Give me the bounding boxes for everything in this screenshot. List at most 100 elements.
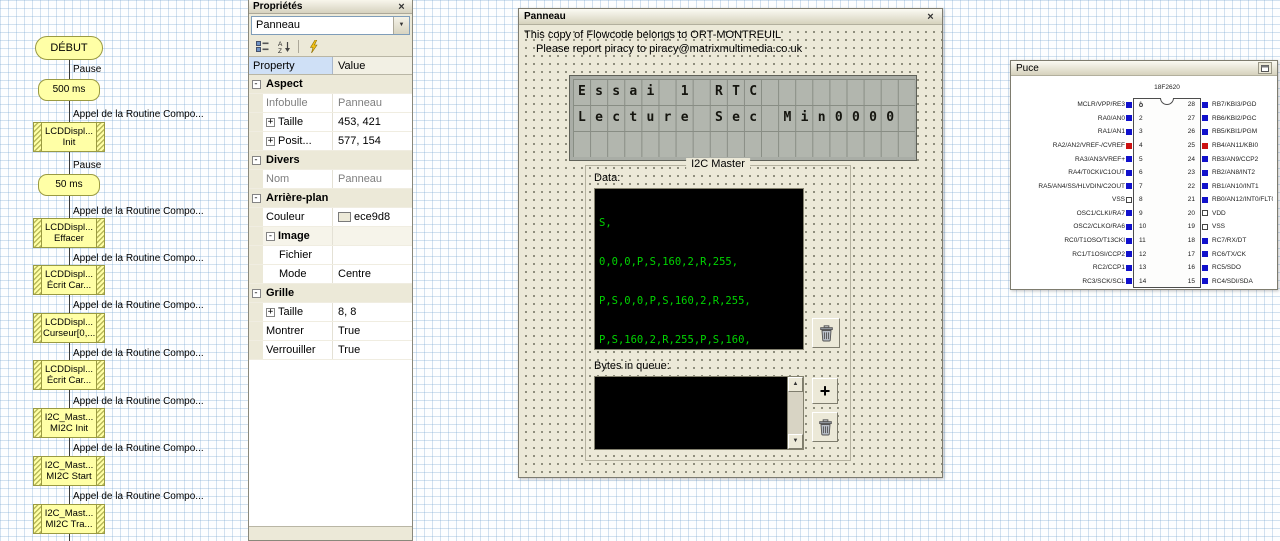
flow-item-caption: Appel de la Routine Compo... bbox=[73, 443, 204, 454]
property-label: Nom bbox=[263, 170, 333, 188]
lcd-display-component[interactable]: Essai 1 RTC Lecture Sec Min0000 bbox=[569, 75, 917, 161]
collapse-icon[interactable]: - bbox=[251, 193, 261, 203]
flow-item-caption: Pause bbox=[73, 64, 102, 75]
property-pages-button[interactable] bbox=[303, 38, 323, 55]
prop-row[interactable]: + Taille 8, 8 bbox=[249, 303, 412, 322]
properties-footer bbox=[249, 526, 412, 540]
prop-row[interactable]: Mode Centre bbox=[249, 265, 412, 284]
flow-call-shape[interactable]: I2C_Mast... MI2C Init bbox=[33, 408, 105, 438]
expand-icon[interactable]: + bbox=[266, 136, 275, 146]
add-byte-button[interactable]: + bbox=[812, 378, 838, 404]
puce-window-button[interactable] bbox=[1258, 62, 1272, 74]
call-line2: Écrit Car... bbox=[46, 375, 92, 386]
clear-data-button[interactable] bbox=[812, 318, 840, 348]
flow-pause-shape[interactable]: 500 ms bbox=[38, 79, 100, 101]
properties-panel: Propriétés × Panneau ▼ A Z Property Valu… bbox=[248, 0, 413, 541]
property-value[interactable]: 577, 154 bbox=[333, 132, 412, 150]
prop-row[interactable]: + Posit... 577, 154 bbox=[249, 132, 412, 151]
flow-pause-shape[interactable]: 50 ms bbox=[38, 174, 100, 196]
flow-call-shape[interactable]: LCDDispl... Écrit Car... bbox=[33, 360, 105, 390]
column-header-value: Value bbox=[333, 57, 412, 74]
panneau-titlebar[interactable]: Panneau × bbox=[519, 9, 942, 25]
scroll-down-icon[interactable]: ▼ bbox=[788, 434, 803, 449]
property-label: Taille bbox=[278, 306, 304, 318]
chevron-down-icon[interactable]: ▼ bbox=[393, 17, 409, 34]
flow-call-shape[interactable]: LCDDispl... Effacer bbox=[33, 218, 105, 248]
property-value: ece9d8 bbox=[354, 211, 391, 223]
prop-row[interactable]: Montrer True bbox=[249, 322, 412, 341]
i2c-master-title: I2C Master bbox=[686, 158, 750, 170]
pin-marker bbox=[1126, 210, 1132, 217]
prop-group-row[interactable]: - Aspect bbox=[249, 75, 412, 94]
flow-item-caption: Appel de la Routine Compo... bbox=[73, 491, 204, 502]
close-icon[interactable]: × bbox=[924, 11, 937, 23]
alphabetical-sort-button[interactable]: A Z bbox=[274, 38, 294, 55]
property-label: Taille bbox=[278, 116, 304, 128]
property-label: Fichier bbox=[263, 246, 333, 264]
flowchart-start-shape[interactable]: DÉBUT bbox=[35, 36, 103, 60]
call-line1: I2C_Mast... bbox=[44, 507, 94, 519]
flow-call-shape[interactable]: I2C_Mast... MI2C Start bbox=[33, 456, 105, 486]
flow-call-shape[interactable]: LCDDispl... Init bbox=[33, 122, 105, 152]
pin-marker bbox=[1202, 128, 1208, 135]
properties-title: Propriétés bbox=[253, 1, 303, 12]
prop-group-row[interactable]: - Arrière-plan bbox=[249, 189, 412, 208]
color-swatch[interactable] bbox=[338, 212, 351, 222]
prop-subgroup-row[interactable]: - Image bbox=[249, 227, 412, 246]
collapse-icon[interactable]: - bbox=[251, 288, 261, 298]
property-value[interactable]: 8, 8 bbox=[333, 303, 412, 321]
puce-titlebar[interactable]: Puce bbox=[1011, 61, 1277, 76]
prop-row[interactable]: + Taille 453, 421 bbox=[249, 113, 412, 132]
property-label: Infobulle bbox=[263, 94, 333, 112]
pin-row: RA4/T0CKI/C1OUT 6 23 RB2/AN8/INT2 bbox=[1068, 169, 1255, 177]
collapse-icon[interactable]: - bbox=[251, 79, 261, 89]
console-line: S, bbox=[599, 217, 612, 229]
prop-row[interactable]: Infobulle Panneau bbox=[249, 94, 412, 113]
call-line1: I2C_Mast... bbox=[44, 411, 94, 423]
pin-row: RC0/T1OSO/T13CKI 11 18 RC7/RX/DT bbox=[1064, 237, 1247, 245]
collapse-icon[interactable]: - bbox=[266, 231, 275, 241]
property-value[interactable]: Panneau bbox=[333, 94, 412, 112]
scroll-up-icon[interactable]: ▲ bbox=[788, 377, 803, 392]
prop-row[interactable]: Fichier bbox=[249, 246, 412, 265]
prop-group-row[interactable]: - Divers bbox=[249, 151, 412, 170]
pin-row: VSS 8 21 RB0/AN12/INT0/FLT0 bbox=[1111, 196, 1273, 204]
clear-queue-button[interactable] bbox=[812, 412, 838, 442]
property-value[interactable]: Centre bbox=[333, 265, 412, 283]
flow-call-shape[interactable]: LCDDispl... Curseur[0,... bbox=[33, 313, 105, 343]
pin-row: RC1/T1OSI/CCP2 12 17 RC6/TX/CK bbox=[1072, 250, 1246, 258]
pin-marker bbox=[1202, 264, 1208, 271]
close-icon[interactable]: × bbox=[395, 1, 408, 13]
properties-titlebar[interactable]: Propriétés × bbox=[249, 0, 412, 14]
bytes-in-queue-label: Bytes in queue: bbox=[594, 360, 670, 372]
component-selector-value: Panneau bbox=[256, 19, 301, 31]
panneau-title: Panneau bbox=[524, 11, 566, 22]
component-selector[interactable]: Panneau ▼ bbox=[251, 16, 410, 35]
property-value[interactable]: Panneau bbox=[333, 170, 412, 188]
panneau-canvas[interactable]: This copy of Flowcode belongs to ORT-MON… bbox=[519, 25, 942, 477]
prop-row[interactable]: Couleur ece9d8 bbox=[249, 208, 412, 227]
property-value[interactable] bbox=[333, 246, 412, 264]
collapse-icon[interactable]: - bbox=[251, 155, 261, 165]
flow-call-shape[interactable]: I2C_Mast... MI2C Tra... bbox=[33, 504, 105, 534]
call-line1: LCDDispl... bbox=[44, 268, 94, 280]
prop-row[interactable]: Verrouiller True bbox=[249, 341, 412, 360]
prop-group-row[interactable]: - Grille bbox=[249, 284, 412, 303]
prop-row[interactable]: Nom Panneau bbox=[249, 170, 412, 189]
pin-marker bbox=[1126, 278, 1132, 285]
call-line1: I2C_Mast... bbox=[44, 459, 94, 471]
expand-icon[interactable]: + bbox=[266, 307, 275, 317]
property-value[interactable]: 453, 421 bbox=[333, 113, 412, 131]
call-line2: Effacer bbox=[54, 233, 84, 244]
categorized-view-button[interactable] bbox=[252, 38, 272, 55]
property-value[interactable]: True bbox=[333, 341, 412, 359]
expand-icon[interactable]: + bbox=[266, 117, 275, 127]
queue-scrollbar[interactable]: ▲ ▼ bbox=[787, 377, 803, 449]
pin-marker bbox=[1126, 169, 1132, 176]
pin-marker bbox=[1202, 169, 1208, 176]
pin-marker bbox=[1202, 142, 1208, 149]
property-value[interactable]: True bbox=[333, 322, 412, 340]
call-line1: LCDDispl... bbox=[44, 221, 94, 233]
pin-marker bbox=[1126, 196, 1132, 203]
flow-call-shape[interactable]: LCDDispl... Écrit Car... bbox=[33, 265, 105, 295]
